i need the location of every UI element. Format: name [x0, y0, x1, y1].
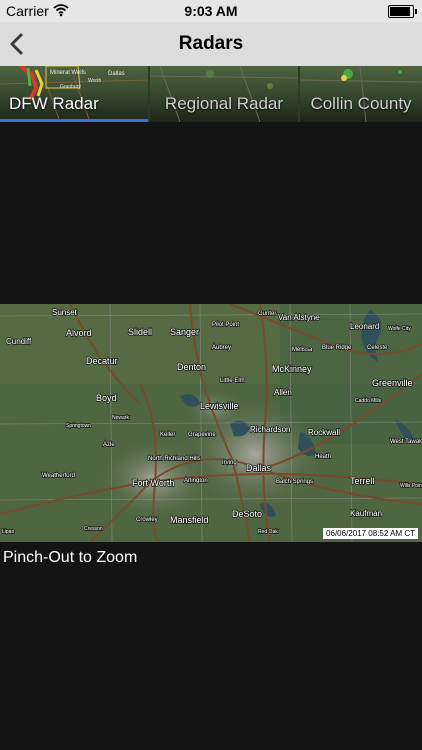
clock: 9:03 AM: [184, 3, 238, 19]
map-city-label: Boyd: [96, 393, 117, 403]
map-city-label: Crowley: [136, 517, 158, 523]
map-city-label: Dallas: [246, 463, 272, 473]
tab-collin-county[interactable]: Collin County: [300, 66, 422, 122]
map-city-label: Fort Worth: [132, 478, 174, 488]
map-city-label: Keller: [160, 432, 175, 438]
radar-map-image: Sunset Alvord Slidell Sanger Pilot Point Gunt…: [0, 304, 422, 542]
map-city-label: Richardson: [250, 425, 290, 434]
active-tab-indicator: [0, 119, 148, 122]
map-city-label: Van Alstyne: [278, 313, 320, 322]
battery-icon: [388, 5, 417, 18]
map-city-label: West Tawakoni: [390, 439, 422, 445]
map-city-label: Melissa: [292, 347, 313, 353]
map-city-label: Wills Point: [400, 483, 422, 489]
map-city-label: Decatur: [86, 356, 118, 366]
map-city-label: Lewisville: [200, 401, 239, 411]
map-city-label: Allen: [274, 388, 292, 397]
map-city-label: Grapevine: [188, 432, 216, 438]
thumb-label-granbury: Granbury: [60, 84, 81, 90]
map-city-label: Slidell: [128, 327, 152, 337]
pinch-zoom-hint: Pinch-Out to Zoom: [3, 549, 138, 566]
tab-dfw-radar[interactable]: Mineral Wells Dallas Granbury Worth DFW …: [0, 66, 148, 122]
map-city-label: Gunter: [258, 311, 276, 317]
map-city-label: Lipan: [2, 529, 14, 535]
map-city-label: DeSoto: [232, 509, 262, 519]
thumb-label-worth: Worth: [88, 78, 101, 84]
map-city-label: Weatherford: [42, 473, 75, 479]
map-city-label: Irving: [222, 460, 237, 466]
map-city-label: Azle: [103, 442, 115, 448]
map-city-label: Newark: [112, 415, 129, 421]
map-city-label: Alvord: [66, 328, 92, 338]
thumb-label-dallas: Dallas: [108, 71, 125, 77]
map-city-label: Aubrey: [212, 345, 231, 351]
map-city-label: Pilot Point: [212, 322, 239, 328]
map-city-label: Little Elm: [220, 378, 245, 384]
tab-label-regional-radar: Regional Radar: [164, 94, 284, 113]
map-city-label: Sanger: [170, 327, 199, 337]
map-city-label: Arlington: [184, 478, 208, 484]
map-city-label: Heath: [315, 454, 331, 460]
nav-bar: Radars: [0, 22, 422, 66]
map-city-label: North Richland Hills: [148, 456, 201, 462]
radar-tab-strip: Mineral Wells Dallas Granbury Worth DFW …: [0, 66, 422, 122]
map-city-label: Terrell: [350, 476, 375, 486]
map-city-label: Cundiff: [6, 337, 32, 346]
map-city-label: Blue Ridge: [322, 345, 352, 351]
status-bar: Carrier 9:03 AM: [0, 0, 422, 22]
map-city-label: Kaufman: [350, 509, 382, 518]
map-city-label: Celeste: [367, 345, 388, 351]
radar-map[interactable]: Sunset Alvord Slidell Sanger Pilot Point Gunt…: [0, 304, 422, 542]
radar-timestamp: 06/06/2017 08:52 AM CT: [323, 528, 418, 539]
tab-label-dfw-radar: DFW Radar: [9, 94, 99, 113]
map-city-label: Balch Springs: [276, 479, 313, 485]
tab-label-collin-county: Collin County: [310, 94, 412, 113]
map-city-label: McKinney: [272, 364, 312, 374]
map-city-label: Rockwall: [308, 428, 340, 437]
map-city-label: Red Oak: [258, 529, 278, 535]
map-city-label: Denton: [177, 362, 206, 372]
map-city-label: Sunset: [52, 308, 78, 317]
page-title: Radars: [178, 33, 244, 54]
map-city-label: Greenville: [372, 378, 413, 388]
map-city-label: Wolfe City: [388, 326, 411, 332]
tab-regional-radar[interactable]: Regional Radar: [150, 66, 298, 122]
map-city-label: Caddo Mills: [355, 398, 382, 404]
thumb-label-mineral-wells: Mineral Wells: [50, 70, 86, 76]
map-city-label: Cresson: [84, 526, 103, 532]
map-city-label: Mansfield: [170, 515, 209, 525]
map-city-label: Leonard: [350, 322, 379, 331]
map-city-label: Springtown: [66, 423, 91, 429]
